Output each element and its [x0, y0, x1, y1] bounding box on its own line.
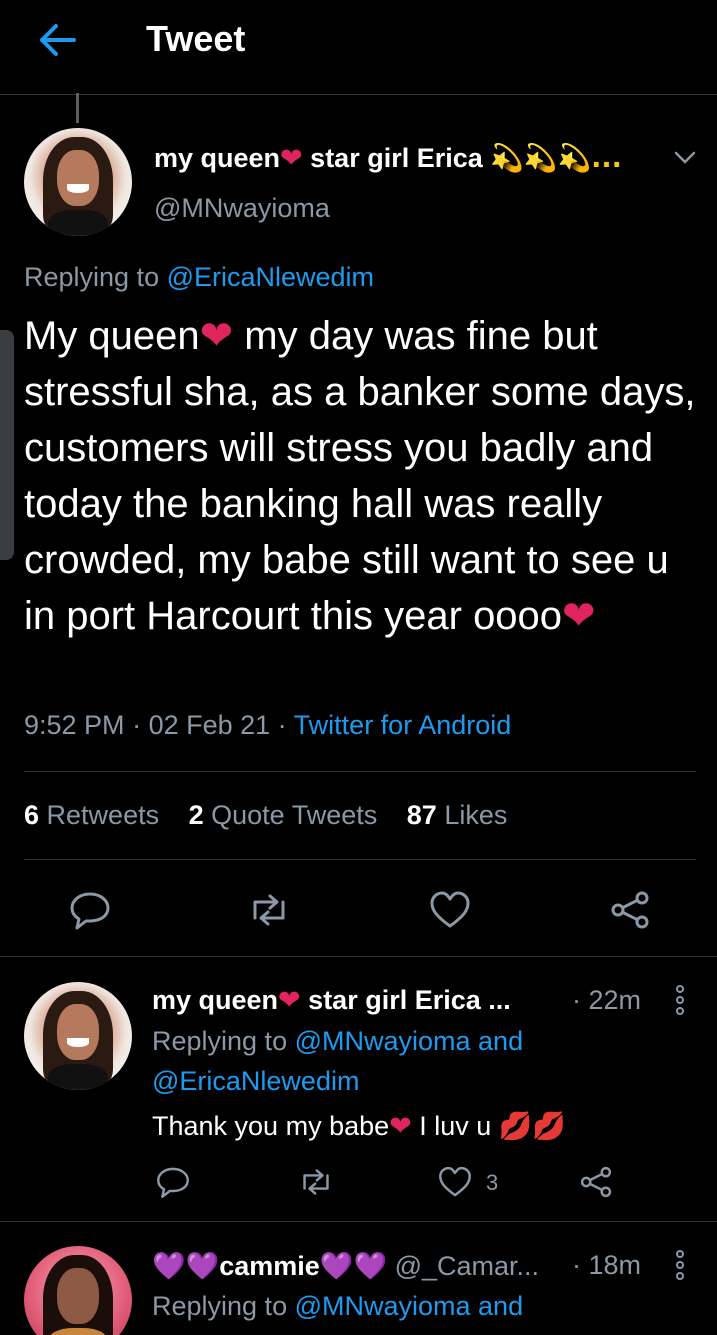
page-title: Tweet: [146, 18, 246, 59]
top-bar: Tweet: [0, 0, 717, 95]
kiss-emoji: 💋💋: [498, 1111, 567, 1142]
divider: [0, 956, 717, 957]
reply-avatar[interactable]: [24, 1246, 132, 1335]
reply-author-name[interactable]: 💜💜cammie💜💜 @_Camar...: [152, 1250, 539, 1282]
red-heart-emoji: ❤: [389, 1111, 412, 1142]
heart-icon: [430, 891, 470, 928]
mention-link[interactable]: @MNwayioma: [295, 1291, 471, 1321]
tweet-options-button[interactable]: [672, 148, 698, 168]
reply-author-name[interactable]: my queen❤ star girl Erica ...: [152, 985, 511, 1016]
like-button[interactable]: [428, 888, 472, 932]
likes-stat[interactable]: 87 Likes: [407, 800, 508, 830]
back-button[interactable]: [34, 20, 78, 60]
purple-heart-emoji: 💜💜: [152, 1251, 220, 1282]
retweets-stat[interactable]: 6 Retweets: [24, 800, 159, 830]
reply-button[interactable]: [68, 888, 112, 932]
divider: [24, 771, 696, 772]
quote-tweets-stat[interactable]: 2 Quote Tweets: [189, 800, 378, 830]
tweet-date: 02 Feb 21: [148, 710, 271, 740]
tweet-time: 9:52 PM: [24, 710, 125, 740]
retweet-icon: [253, 894, 285, 926]
retweet-button[interactable]: [247, 888, 291, 932]
reply-reply-button[interactable]: [155, 1164, 191, 1200]
share-icon: [611, 891, 649, 929]
reply-replying-to-cont: @EricaNlewedim: [152, 1066, 359, 1097]
reply-author-handle: @_Camar...: [387, 1251, 540, 1281]
engagement-stats: 6 Retweets 2 Quote Tweets 87 Likes: [24, 800, 529, 831]
sparkle-emoji: 💫💫💫...: [490, 143, 622, 174]
more-vertical-icon: [676, 1250, 684, 1280]
divider: [24, 859, 696, 860]
reply-replying-to: Replying to @MNwayioma and: [152, 1291, 524, 1321]
chevron-down-icon: [674, 151, 696, 164]
edge-handle[interactable]: [0, 330, 14, 560]
mention-link[interactable]: @EricaNlewedim: [167, 262, 374, 292]
reply-timestamp: · 18m: [572, 1250, 642, 1280]
red-heart-emoji: ❤: [562, 593, 596, 639]
red-heart-emoji: ❤: [278, 985, 301, 1016]
share-icon: [580, 1166, 612, 1198]
reply-options-button[interactable]: [674, 984, 686, 1016]
author-display-name[interactable]: my queen❤ star girl Erica 💫💫💫...: [154, 142, 622, 174]
reply-share-button[interactable]: [578, 1164, 614, 1200]
purple-heart-emoji: 💜💜: [319, 1251, 388, 1282]
red-heart-emoji: ❤: [199, 313, 234, 359]
author-avatar[interactable]: [24, 128, 132, 236]
heart-icon: [439, 1166, 471, 1197]
replying-to: Replying to @EricaNlewedim: [24, 262, 375, 292]
reply-retweet-button[interactable]: [298, 1164, 334, 1200]
share-button[interactable]: [608, 888, 652, 932]
arrow-left-icon: [40, 24, 76, 56]
tweet-source-link[interactable]: Twitter for Android: [294, 710, 512, 740]
reply-like-button[interactable]: [437, 1164, 473, 1200]
reply-avatar[interactable]: [24, 982, 132, 1090]
red-heart-emoji: ❤: [280, 143, 303, 174]
tweet-detail-screen: Tweet my queen❤ star girl Erica 💫💫💫... @…: [0, 0, 717, 1335]
more-vertical-icon: [676, 985, 684, 1015]
tweet-body: My queen❤ my day was fine but stressful …: [24, 313, 696, 639]
mention-link[interactable]: @MNwayioma: [295, 1026, 471, 1056]
retweet-icon: [303, 1169, 329, 1195]
reply-like-count: 3: [486, 1170, 499, 1195]
reply-replying-to: Replying to @MNwayioma and: [152, 1026, 524, 1056]
divider: [0, 1221, 717, 1222]
reply-timestamp: · 22m: [572, 985, 642, 1015]
tweet-meta: 9:52 PM · 02 Feb 21 · Twitter for Androi…: [24, 710, 512, 740]
reply-text: Thank you my babe❤ I luv u 💋💋: [152, 1111, 567, 1142]
reply-options-button[interactable]: [674, 1249, 686, 1281]
author-handle[interactable]: @MNwayioma: [154, 193, 330, 224]
reply-icon: [157, 1167, 189, 1198]
reply-icon: [70, 892, 110, 930]
thread-connector-line: [76, 93, 79, 123]
mention-link[interactable]: @EricaNlewedim: [152, 1066, 359, 1096]
